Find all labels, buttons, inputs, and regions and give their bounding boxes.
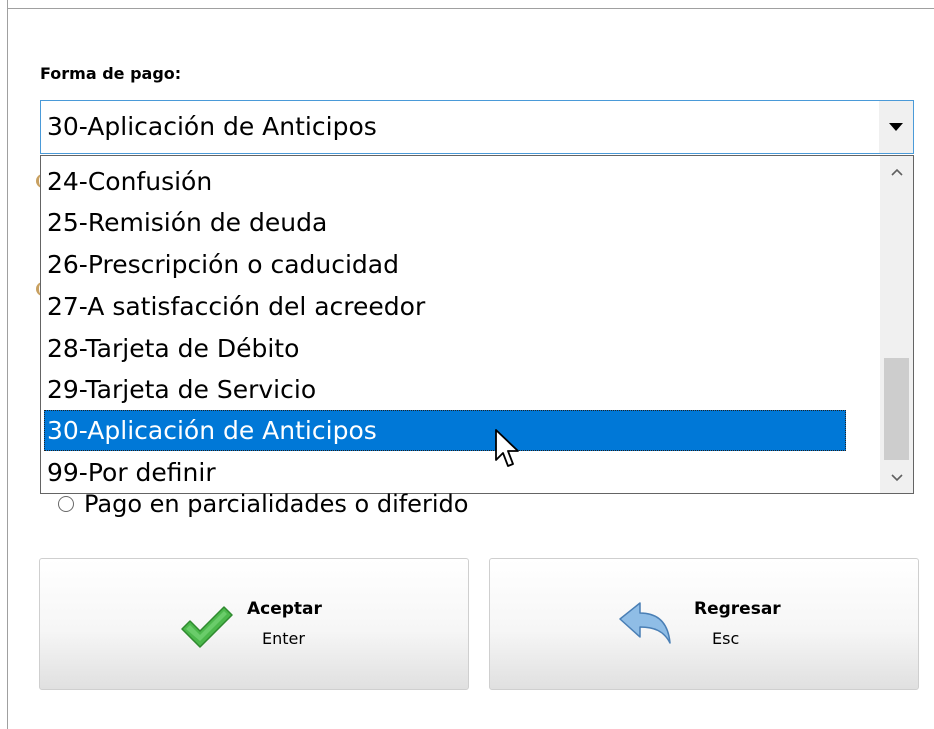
list-item-selected[interactable]: 30-Aplicación de Anticipos [44, 410, 846, 451]
accept-shortcut: Enter [262, 629, 305, 648]
back-shortcut: Esc [712, 629, 740, 648]
list-item[interactable]: 29-Tarjeta de Servicio [44, 369, 879, 410]
list-item[interactable]: 27-A satisfacción del acreedor [44, 286, 879, 327]
checkmark-icon [178, 599, 234, 655]
chevron-up-icon[interactable] [880, 156, 913, 186]
accept-title: Aceptar [247, 599, 322, 619]
window-left-border [7, 0, 8, 729]
accept-button[interactable]: Aceptar Enter [39, 558, 469, 690]
deferred-payment-label: Pago en parcialidades o diferido [84, 490, 469, 518]
list-item[interactable]: 28-Tarjeta de Débito [44, 328, 879, 369]
deferred-payment-radio[interactable] [58, 496, 74, 512]
scrollbar-thumb[interactable] [884, 358, 909, 460]
list-item[interactable]: 26-Prescripción o caducidad [44, 244, 879, 285]
payment-method-label: Forma de pago: [40, 64, 182, 83]
payment-method-dropdown-list[interactable]: 24-Confusión 25-Remisión de deuda 26-Pre… [40, 155, 914, 494]
back-title: Regresar [694, 599, 781, 619]
deferred-payment-option[interactable]: Pago en parcialidades o diferido [58, 490, 468, 518]
dropdown-scrollbar[interactable] [880, 156, 913, 493]
list-item[interactable]: 24-Confusión [44, 161, 879, 202]
list-item[interactable]: 99-Por definir [44, 452, 879, 493]
dropdown-arrow-icon[interactable] [879, 101, 913, 153]
combobox-selected-value: 30-Aplicación de Anticipos [47, 112, 377, 141]
dropdown-items: 24-Confusión 25-Remisión de deuda 26-Pre… [41, 156, 879, 493]
payment-method-combobox[interactable]: 30-Aplicación de Anticipos [40, 100, 914, 154]
chevron-down-icon[interactable] [880, 463, 913, 493]
mouse-cursor-icon [494, 428, 522, 470]
back-arrow-icon [616, 599, 672, 655]
list-item[interactable]: 25-Remisión de deuda [44, 202, 879, 243]
window-top-border [7, 8, 934, 9]
back-button[interactable]: Regresar Esc [489, 558, 919, 690]
